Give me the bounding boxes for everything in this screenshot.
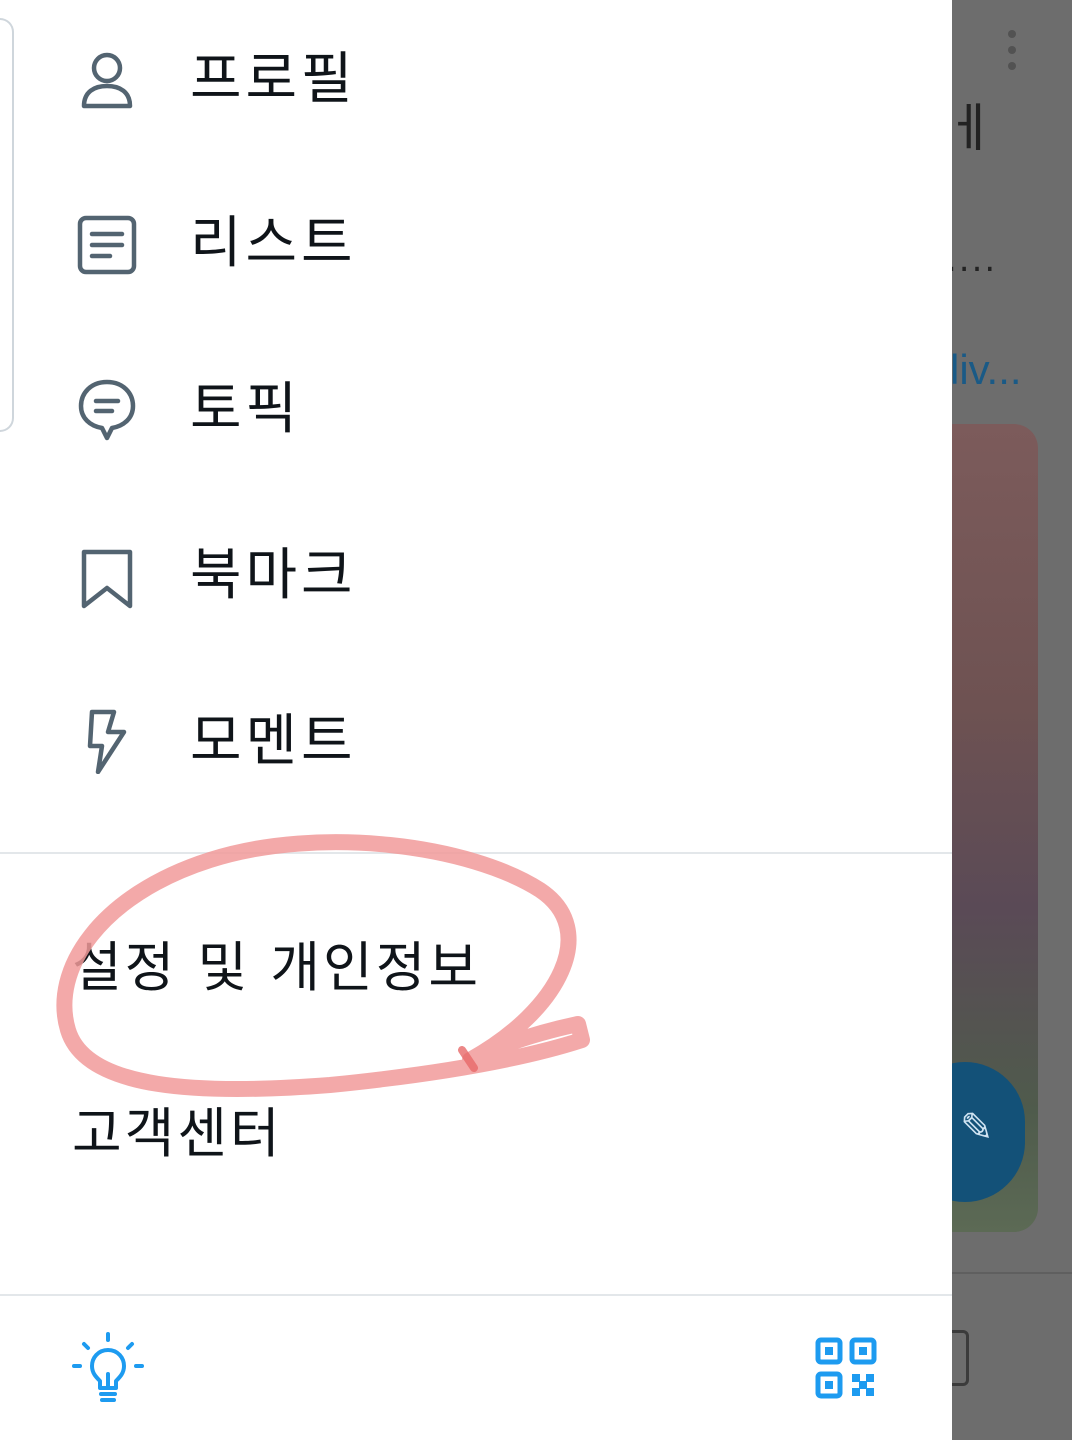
menu-label: 토픽 [190,377,302,442]
navigation-drawer: 프로필 리스트 토픽 북마크 모멘트 설정 및 개인정보 고객센터 [0,0,952,1440]
lightbulb-icon[interactable] [70,1330,146,1406]
lightning-icon [74,708,140,774]
menu-label: 리스트 [190,211,357,276]
menu-item-list[interactable]: 리스트 [0,170,952,320]
menu-label: 북마크 [190,543,357,608]
user-icon [74,48,140,114]
background-divider [952,1272,1072,1274]
menu-item-moments[interactable]: 모멘트 [0,668,952,818]
feather-icon: ✎ [960,1105,994,1151]
menu-divider [0,852,952,854]
menu-item-topics[interactable]: 토픽 [0,336,952,486]
more-options-icon[interactable] [1004,30,1020,74]
topic-bubble-icon [74,376,140,442]
menu-label: 프로필 [190,47,357,112]
bookmark-icon [74,546,140,612]
list-icon [74,212,140,278]
background-text-fragment: .... [946,240,998,280]
background-title-fragment: ㅔ [946,99,994,159]
menu-label: 모멘트 [190,709,357,774]
settings-and-privacy[interactable]: 설정 및 개인정보 [72,938,481,998]
menu-item-bookmarks[interactable]: 북마크 [0,502,952,652]
qr-code-icon[interactable] [814,1336,878,1400]
menu-item-profile[interactable]: 프로필 [0,4,952,154]
background-link-fragment[interactable]: liv... [950,346,1022,394]
footer-divider [0,1294,952,1296]
help-center[interactable]: 고객센터 [72,1104,283,1164]
